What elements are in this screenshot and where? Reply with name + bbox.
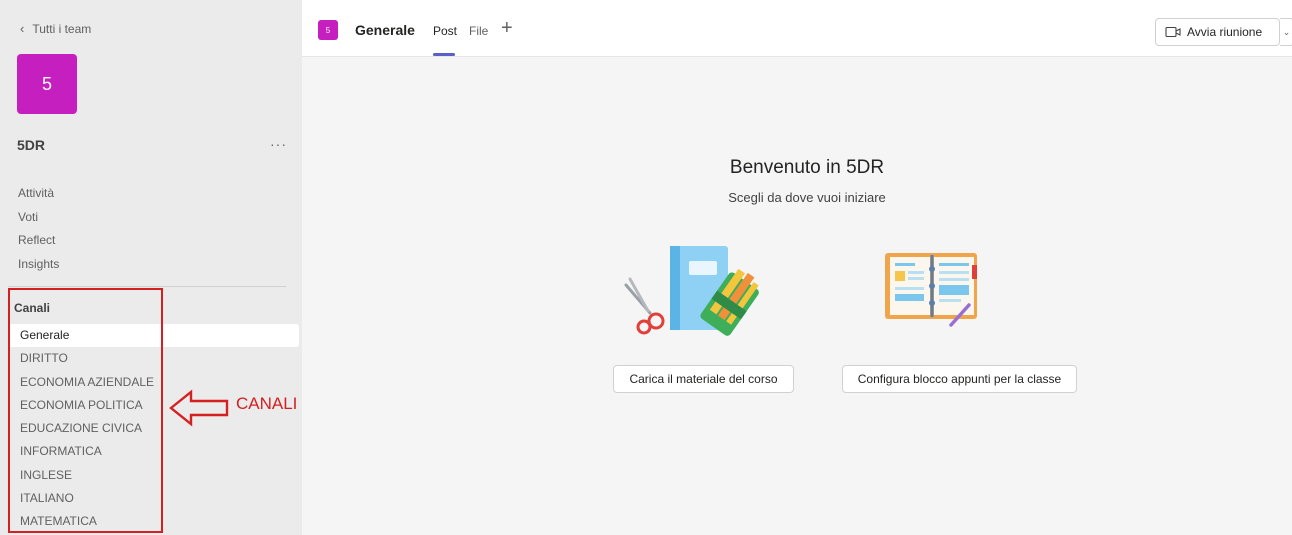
start-meeting-label: Avvia riunione (1187, 25, 1263, 39)
start-meeting-button[interactable]: Avvia riunione (1155, 18, 1280, 46)
channel-item-diritto[interactable]: DIRITTO (8, 347, 299, 370)
team-nav-list: Attività Voti Reflect Insights (18, 182, 59, 276)
channel-item-inglese[interactable]: INGLESE (8, 464, 299, 487)
channel-item-italiano[interactable]: ITALIANO (8, 487, 299, 510)
channels-annotation-label: CANALI (236, 394, 298, 413)
channel-title: Generale (355, 22, 415, 38)
notebook-scissors-pencils-illustration (624, 246, 759, 336)
channel-team-avatar: 5 (318, 20, 338, 40)
left-arrow-outline-icon (169, 389, 229, 427)
sidebar-divider (8, 286, 286, 287)
tab-post[interactable]: Post (433, 24, 457, 38)
nav-item-reflect[interactable]: Reflect (18, 229, 59, 253)
back-to-teams-link[interactable]: ‹ Tutti i team (20, 21, 91, 36)
chevron-down-icon: ⌄ (1282, 26, 1291, 37)
channel-main-area: Benvenuto in 5DR Scegli da dove vuoi ini… (302, 57, 1292, 535)
welcome-subtitle: Scegli da dove vuoi iniziare (728, 190, 886, 205)
channel-item-educazione-civica[interactable]: EDUCAZIONE CIVICA (8, 417, 299, 440)
channel-list: Generale DIRITTO ECONOMIA AZIENDALE ECON… (8, 324, 299, 534)
welcome-title: Benvenuto in 5DR (729, 157, 885, 178)
more-options-button[interactable]: ··· (270, 136, 287, 152)
channel-item-economia-aziendale[interactable]: ECONOMIA AZIENDALE (8, 371, 299, 394)
channel-header: 5 Generale Post File + Avvia riunione ⌄ (302, 0, 1292, 57)
setup-class-notebook-button[interactable]: Configura blocco appunti per la classe (842, 365, 1077, 393)
nav-item-insights[interactable]: Insights (18, 253, 59, 277)
team-sidebar: ‹ Tutti i team 5 5DR ··· Attività Voti R… (0, 0, 302, 535)
open-notebook-illustration (885, 253, 977, 327)
back-to-teams-label: Tutti i team (32, 21, 92, 36)
add-tab-button[interactable]: + (501, 17, 513, 40)
channel-item-matematica[interactable]: MATEMATICA (8, 510, 299, 533)
channels-section-title: Canali (14, 301, 51, 315)
tab-file[interactable]: File (469, 24, 488, 38)
team-name: 5DR (17, 137, 46, 153)
team-avatar[interactable]: 5 (17, 54, 77, 114)
upload-course-material-button[interactable]: Carica il materiale del corso (613, 365, 794, 393)
video-camera-icon (1165, 26, 1181, 38)
chevron-left-icon: ‹ (20, 21, 25, 36)
nav-item-voti[interactable]: Voti (18, 206, 59, 230)
channel-item-informatica[interactable]: INFORMATICA (8, 440, 299, 463)
nav-item-attivita[interactable]: Attività (18, 182, 59, 206)
channel-item-generale[interactable]: Generale (8, 324, 299, 348)
active-tab-indicator (433, 53, 455, 56)
meeting-options-button[interactable]: ⌄ (1280, 18, 1292, 46)
